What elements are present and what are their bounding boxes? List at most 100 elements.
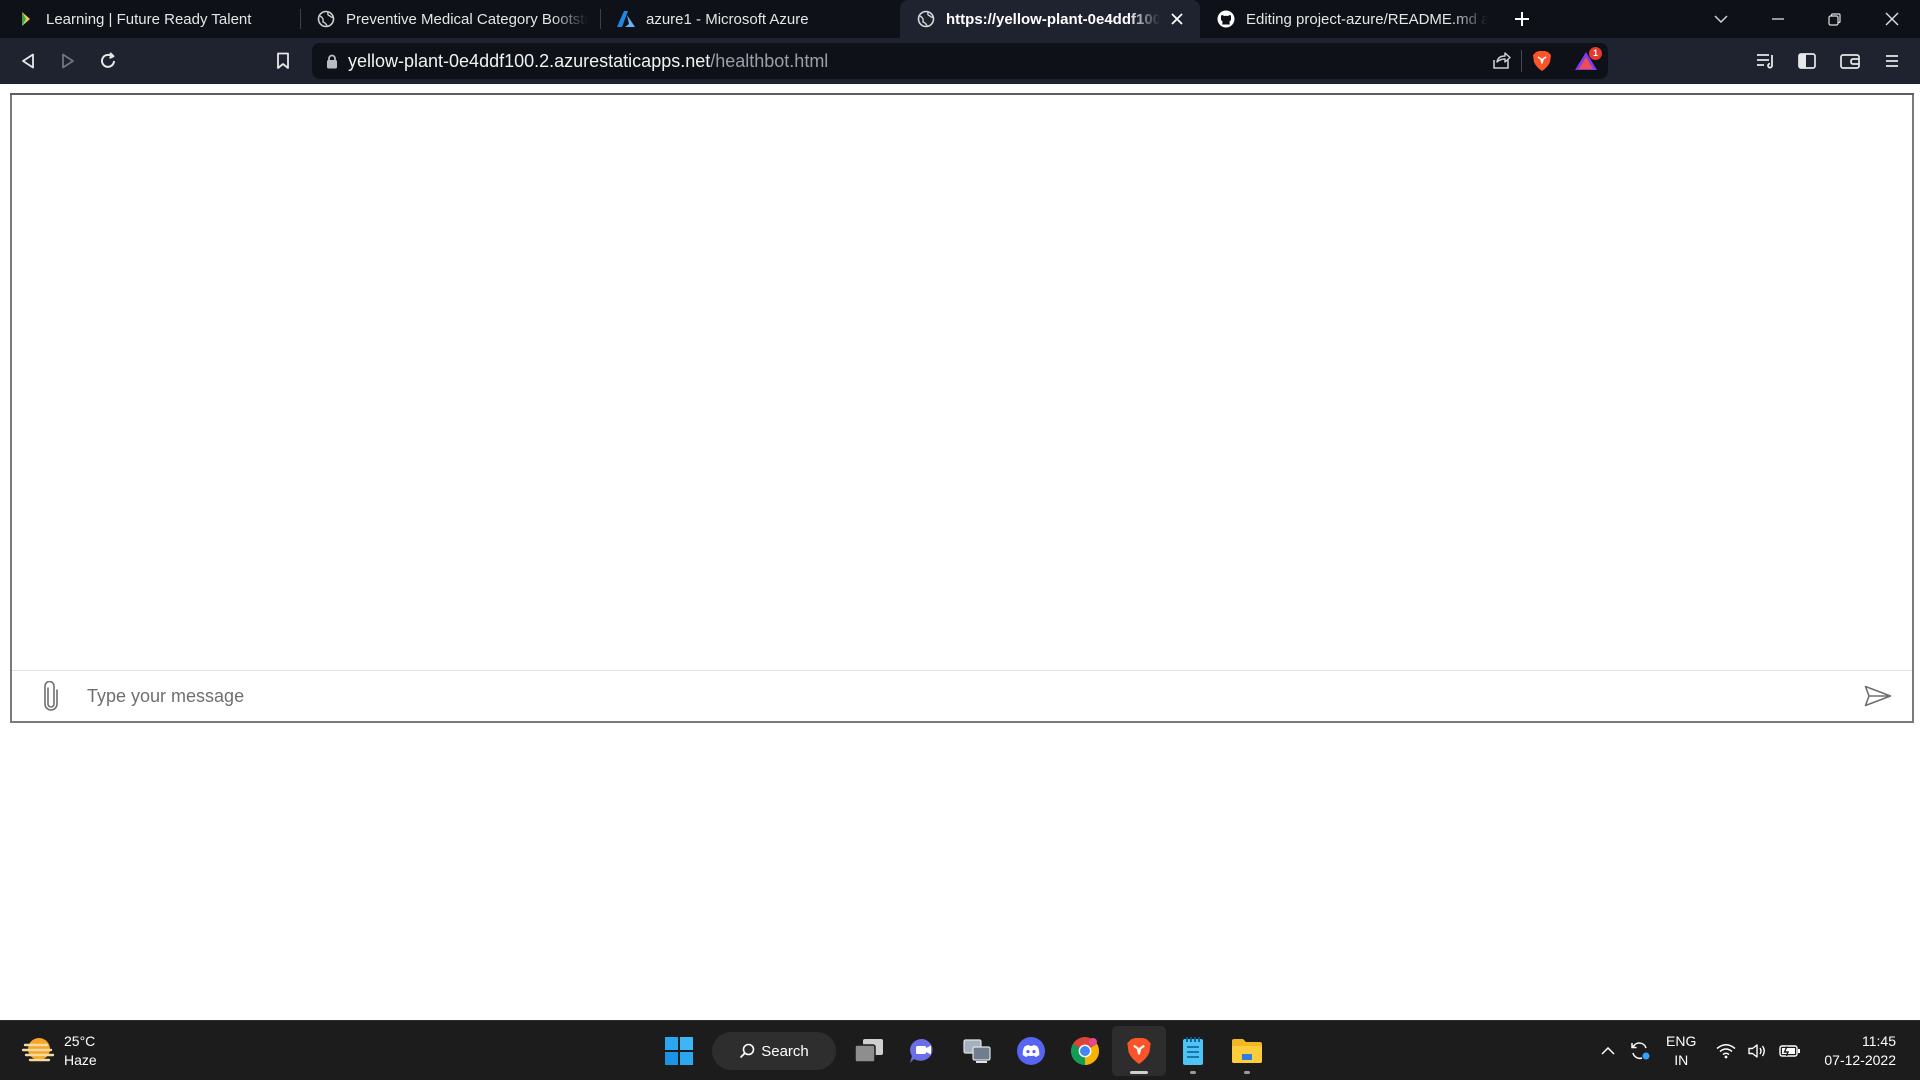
discord-icon [1017,1037,1045,1065]
teams-chat-button[interactable] [896,1026,950,1076]
playlist-icon [1757,54,1773,69]
browser-toolbar: yellow-plant-0e4ddf100.2.azurestaticapps… [0,38,1920,84]
show-hidden-icons-button[interactable] [1594,1031,1622,1071]
teams-chat-icon [910,1038,933,1063]
task-view-button[interactable] [842,1026,896,1076]
discord-button[interactable] [1004,1026,1058,1076]
forward-arrow-icon [62,53,74,69]
rewards-badge: 1 [1589,47,1602,60]
task-view-icon [854,1039,883,1063]
network-app-button[interactable] [950,1026,1004,1076]
future-ready-talent-logo-icon [16,9,36,29]
minimize-icon [1771,18,1784,20]
search-icon [740,1043,755,1059]
upload-attachment-button[interactable] [27,672,75,720]
close-icon[interactable] [1166,8,1188,30]
tab-title: Editing project-azure/README.md at main [1246,10,1488,28]
brave-browser-button[interactable] [1112,1026,1166,1076]
sidebar-toggle-button[interactable] [1787,41,1827,81]
main-menu-button[interactable] [1872,41,1912,81]
send-icon [1864,685,1892,707]
plus-icon [1515,12,1529,26]
weather-widget[interactable]: 25°C Haze [22,1031,97,1071]
page-content [0,84,1920,1020]
url-text[interactable]: yellow-plant-0e4ddf100.2.azurestaticapps… [348,51,1491,72]
file-explorer-button[interactable] [1220,1026,1274,1076]
chrome-button[interactable] [1058,1026,1112,1076]
weather-temperature: 25°C [64,1033,96,1049]
tab-preventive-medical[interactable]: Preventive Medical Category Bootstrap [300,0,600,38]
minimize-button[interactable] [1749,0,1806,38]
tab-healthbot-active[interactable]: https://yellow-plant-0e4ddf100.2.azurest… [900,0,1200,38]
chat-transcript[interactable] [12,95,1912,672]
bookmark-icon [277,52,289,69]
wallet-button[interactable] [1830,41,1870,81]
new-tab-button[interactable] [1500,0,1544,38]
input-language-indicator[interactable]: ENG IN [1666,1032,1696,1070]
clock-date: 07-12-2022 [1824,1052,1896,1068]
back-button[interactable] [8,41,48,81]
restore-icon [1828,12,1841,26]
restore-button[interactable] [1806,0,1863,38]
running-indicator [1244,1071,1250,1074]
clock-time: 11:45 [1862,1033,1896,1049]
lock-icon[interactable] [326,54,338,69]
tab-title: Learning | Future Ready Talent [46,10,252,28]
brave-icon [1127,1038,1151,1064]
forward-button[interactable] [48,41,88,81]
chrome-icon [1071,1037,1099,1065]
system-tray: ENG IN 11:45 07-12-2022 [1592,1021,1920,1080]
message-input[interactable] [75,676,1852,716]
hamburger-menu-icon [1886,55,1898,67]
share-icon[interactable] [1491,52,1511,70]
close-window-button[interactable] [1863,0,1920,38]
sync-status-button[interactable] [1626,1031,1654,1071]
windows-logo-icon [665,1037,693,1065]
running-indicator [1130,1071,1148,1074]
tab-github-readme[interactable]: Editing project-azure/README.md at main [1200,0,1500,38]
haze-sun-icon [22,1038,55,1062]
brave-shields-icon[interactable] [1532,50,1552,72]
azure-logo-icon [616,9,636,29]
reload-button[interactable] [88,41,128,81]
playlist-button[interactable] [1746,41,1786,81]
close-icon [1885,12,1898,26]
send-button[interactable] [1852,672,1904,720]
sync-icon [1631,1042,1650,1060]
tab-future-ready-talent[interactable]: Learning | Future Ready Talent [0,0,300,38]
tab-microsoft-azure[interactable]: azure1 - Microsoft Azure [600,0,900,38]
start-button[interactable] [652,1026,706,1076]
chat-send-box [12,670,1912,721]
wifi-icon[interactable] [1712,1031,1740,1071]
notepad-button[interactable] [1166,1026,1220,1076]
tab-title: Preventive Medical Category Bootstrap [346,10,588,28]
notepad-icon [1183,1037,1203,1065]
globe-icon [316,9,336,29]
taskbar-search-button[interactable]: Search [712,1032,836,1070]
battery-icon[interactable] [1776,1031,1804,1071]
screen: Learning | Future Ready Talent Preventiv… [0,0,1920,1080]
address-bar[interactable]: yellow-plant-0e4ddf100.2.azurestaticapps… [312,43,1608,79]
tab-title: https://yellow-plant-0e4ddf100.2.azurest… [946,10,1160,28]
chevron-down-icon [1713,15,1728,23]
taskbar-clock[interactable]: 11:45 07-12-2022 [1824,1032,1896,1070]
reload-icon [101,52,115,68]
back-arrow-icon [22,53,34,69]
running-indicator [1190,1071,1196,1074]
tab-strip: Learning | Future Ready Talent Preventiv… [0,0,1920,38]
weather-condition: Haze [64,1052,97,1068]
chevron-up-icon [1601,1047,1615,1055]
taskbar-apps: Search [652,1021,1274,1080]
tab-search-dropdown-button[interactable] [1692,0,1749,38]
brave-rewards-icon[interactable]: 1 [1574,47,1602,71]
folder-icon [1232,1039,1262,1063]
tab-title: azure1 - Microsoft Azure [646,10,809,28]
sidebar-icon [1798,53,1816,69]
network-computers-icon [963,1039,991,1063]
volume-icon[interactable] [1744,1031,1772,1071]
paperclip-icon [44,681,58,711]
windows-taskbar: 25°C Haze Search ENG IN 11:45 07-12-2022 [0,1020,1920,1080]
url-host: yellow-plant-0e4ddf100.2.azurestaticapps… [348,50,711,71]
healthbot-webchat [10,93,1914,723]
bookmark-button[interactable] [263,41,303,81]
